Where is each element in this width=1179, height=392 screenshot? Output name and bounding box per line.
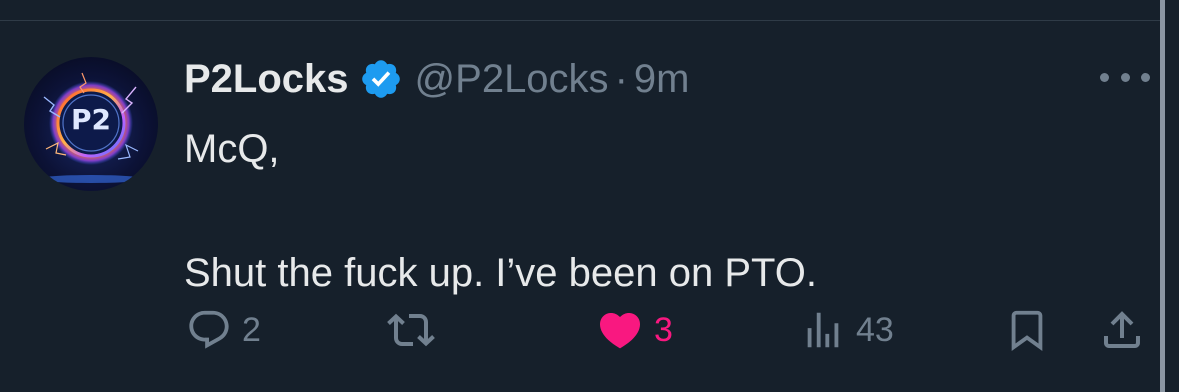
share-upload-icon <box>1098 306 1146 354</box>
user-handle[interactable]: @P2Locks <box>415 57 609 102</box>
separator-dot: · <box>614 56 628 101</box>
top-divider <box>0 20 1160 21</box>
view-count: 43 <box>856 310 894 349</box>
display-name[interactable]: P2Locks <box>184 57 349 102</box>
avatar-monogram: P2 <box>70 103 111 136</box>
timestamp[interactable]: 9m <box>634 57 690 102</box>
like-count: 3 <box>654 310 673 349</box>
line-break <box>184 180 1134 242</box>
like-button[interactable]: 3 <box>596 302 673 358</box>
verified-badge-icon <box>359 57 403 101</box>
tweet-text: McQ, Shut the fuck up. I’ve been on PTO. <box>184 118 1134 304</box>
scrollbar-thumb[interactable] <box>1160 0 1165 392</box>
retweet-icon <box>387 306 435 354</box>
speech-bubble-icon <box>186 307 232 353</box>
reply-count: 2 <box>242 310 261 349</box>
bar-chart-icon <box>800 307 846 353</box>
more-dot <box>1100 72 1109 82</box>
tweet-line: Shut the fuck up. I’ve been on PTO. <box>184 251 817 295</box>
views-button[interactable]: 43 <box>800 302 894 358</box>
tweet-header: P2Locks @P2Locks · 9m <box>184 52 689 106</box>
reply-button[interactable]: 2 <box>186 302 261 358</box>
bookmark-icon <box>1004 307 1050 353</box>
tweet-line: McQ, <box>184 127 280 171</box>
avatar[interactable]: P2 <box>24 57 158 191</box>
more-dot <box>1141 72 1150 82</box>
bookmark-button[interactable] <box>1004 302 1050 358</box>
heart-filled-icon <box>596 306 644 354</box>
retweet-button[interactable] <box>387 302 435 358</box>
ellipsis-icon[interactable] <box>1100 62 1150 92</box>
more-dot <box>1120 72 1130 82</box>
share-button[interactable] <box>1098 302 1146 358</box>
